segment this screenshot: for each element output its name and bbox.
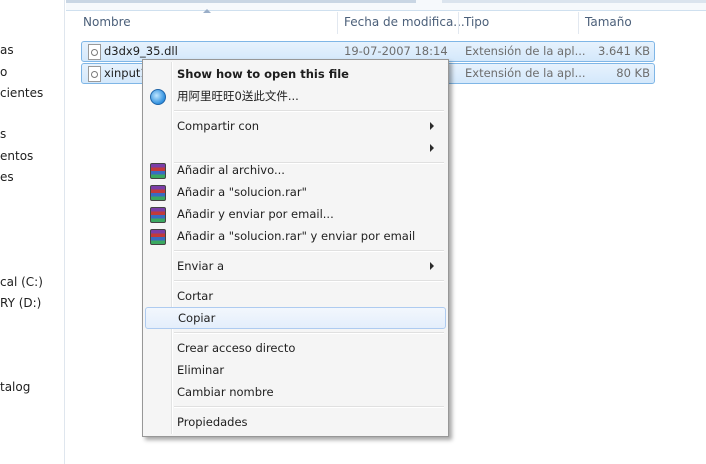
column-header-size[interactable]: Tamaño [585,10,632,34]
menu-item-label: Copiar [178,311,216,325]
menu-item-delete[interactable]: Eliminar [145,359,444,381]
nav-item[interactable]: cientes [0,84,43,102]
menu-item-label: Eliminar [177,363,225,377]
menu-separator [174,406,444,408]
menu-item-cut[interactable]: Cortar [145,285,444,307]
menu-item-show-how-to-open[interactable]: Show how to open this file [145,63,444,85]
submenu-arrow-icon [430,262,434,270]
winrar-icon [150,185,166,201]
menu-item-unnamed-submenu[interactable] [145,137,444,159]
nav-item[interactable]: entos [0,147,33,165]
menu-item-create-shortcut[interactable]: Crear acceso directo [145,337,444,359]
context-menu: Show how to open this file 用阿里旺旺0送此文件...… [142,59,449,437]
sort-ascending-icon [203,9,211,13]
menu-item-properties[interactable]: Propiedades [145,411,444,433]
column-divider[interactable] [337,12,338,34]
menu-item-label: Añadir a "solucion.rar" y enviar por ema… [177,229,416,243]
file-size: 80 KB [616,66,650,80]
menu-item-send-to[interactable]: Enviar a [145,255,444,277]
menu-item-add-to-archive[interactable]: Añadir al archivo... [145,159,444,181]
menu-item-label: Añadir al archivo... [177,163,285,177]
winrar-icon [150,207,166,223]
menu-item-label: Propiedades [177,415,248,429]
menu-item-aliwangwang-send[interactable]: 用阿里旺旺0送此文件... [145,85,444,107]
file-type: Extensión de la apl... [465,44,586,58]
menu-item-label: Enviar a [177,259,225,273]
nav-item[interactable]: o [0,63,7,81]
menu-item-label: Añadir y enviar por email... [177,207,334,221]
nav-item[interactable]: talog [0,378,30,396]
column-divider[interactable] [458,12,459,34]
column-header-type[interactable]: Tipo [464,10,489,34]
column-divider[interactable] [578,12,579,34]
nav-item[interactable]: es [0,168,14,186]
submenu-arrow-icon [430,144,434,152]
nav-item[interactable]: s [0,125,6,143]
navigation-pane: as o cientes s entos es cal (C:) RY (D:)… [0,0,65,464]
menu-item-copy[interactable]: Copiar [145,307,446,329]
aliwangwang-icon [150,89,166,105]
nav-item-drive-d[interactable]: RY (D:) [0,294,41,312]
column-header-date[interactable]: Fecha de modifica... [344,10,465,34]
nav-item[interactable]: as [0,41,14,59]
dll-file-icon [88,66,101,82]
nav-item-drive-c[interactable]: cal (C:) [0,273,43,291]
menu-item-label: Cambiar nombre [177,385,274,399]
menu-separator [174,110,444,112]
file-type: Extensión de la apl... [465,66,586,80]
winrar-icon [150,163,166,179]
menu-item-label: Compartir con [177,119,260,133]
menu-item-label: 用阿里旺旺0送此文件... [177,89,299,103]
winrar-icon [150,229,166,245]
menu-item-add-to-rar-and-email[interactable]: Añadir a "solucion.rar" y enviar por ema… [145,225,444,247]
submenu-arrow-icon [430,122,434,130]
menu-item-rename[interactable]: Cambiar nombre [145,381,444,403]
menu-separator [174,250,444,252]
menu-item-label: Cortar [177,289,214,303]
menu-item-label: Show how to open this file [177,67,349,81]
dll-file-icon [88,44,101,60]
menu-item-compartir-con[interactable]: Compartir con [145,115,444,137]
column-header-name[interactable]: Nombre [83,10,131,34]
menu-separator [174,332,444,334]
menu-item-add-and-email[interactable]: Añadir y enviar por email... [145,203,444,225]
menu-item-label: Añadir a "solucion.rar" [177,185,307,199]
file-size: 3.641 KB [597,44,650,58]
menu-item-add-to-rar[interactable]: Añadir a "solucion.rar" [145,181,444,203]
menu-item-label: Crear acceso directo [177,341,296,355]
menu-separator [174,280,444,282]
